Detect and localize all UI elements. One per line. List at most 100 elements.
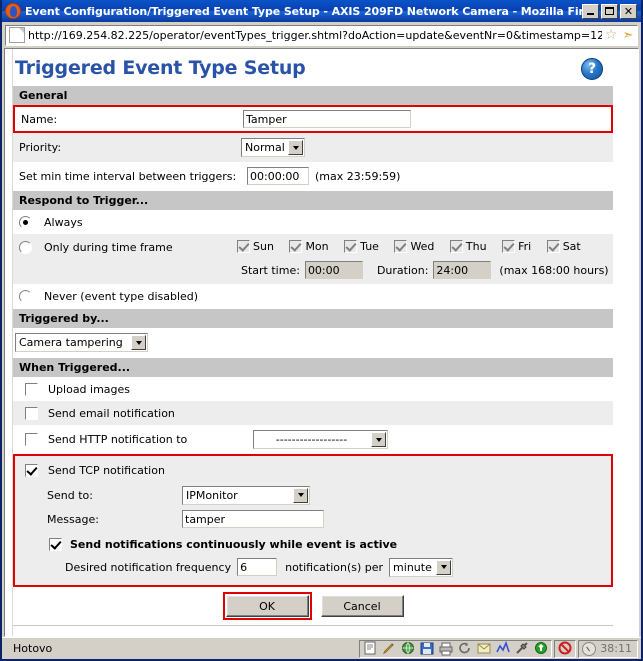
left-gutter	[5, 49, 13, 636]
checkbox-send-continuously[interactable]	[49, 537, 62, 551]
frequency-label: Desired notification frequency	[65, 560, 232, 574]
priority-label: Priority:	[19, 141, 62, 154]
weekday-mon[interactable]: Mon	[286, 240, 329, 253]
ok-button[interactable]: OK	[225, 595, 309, 617]
help-icon[interactable]: ?	[581, 58, 603, 80]
duration-input[interactable]	[433, 261, 492, 279]
chart-icon[interactable]	[495, 640, 511, 656]
chevron-down-icon[interactable]	[371, 432, 386, 447]
section-header-respond: Respond to Trigger...	[13, 190, 613, 210]
document-icon[interactable]	[362, 641, 378, 656]
window-controls: ✕	[582, 3, 639, 19]
maximize-button[interactable]	[601, 3, 618, 19]
weekday-fri[interactable]: Fri	[499, 240, 531, 253]
printer-icon[interactable]	[438, 641, 454, 656]
triggered-by-select[interactable]: Camera tampering	[15, 333, 148, 352]
checkbox-thu[interactable]	[449, 240, 463, 253]
checkbox-sat[interactable]	[546, 240, 560, 253]
send-http-row: Send HTTP notification to --------------…	[13, 425, 613, 454]
weekday-wed[interactable]: Wed	[391, 240, 434, 253]
name-label: Name:	[21, 112, 58, 126]
checkbox-send-email[interactable]	[25, 406, 38, 420]
message-label: Message:	[47, 512, 99, 526]
message-input[interactable]	[182, 510, 324, 528]
title-bar: Event Configuration/Triggered Event Type…	[2, 0, 641, 22]
refresh-icon[interactable]	[457, 641, 473, 656]
status-icon-tray	[359, 639, 553, 658]
save-icon[interactable]	[419, 641, 435, 656]
window-icon[interactable]	[476, 641, 492, 656]
tcp-continuous-row: Send notifications continuously while ev…	[21, 533, 605, 555]
blocked-icon[interactable]	[557, 641, 573, 656]
checkbox-upload-images[interactable]	[25, 382, 38, 396]
send-http-select[interactable]: ------------------	[253, 430, 388, 449]
name-row: Name:	[13, 105, 613, 133]
weekday-tue[interactable]: Tue	[341, 240, 379, 253]
tools-icon[interactable]	[514, 641, 530, 656]
star-icon[interactable]: ☆	[602, 28, 620, 42]
form-actions: OK Cancel	[13, 587, 613, 626]
weekday-sat[interactable]: Sat	[544, 240, 581, 253]
weekday-checkbox-group: Sun Mon Tue Wed Thu Fri Sat	[234, 240, 581, 256]
respond-never-row: Never (event type disabled)	[13, 284, 613, 308]
tcp-message-row: Message:	[21, 507, 605, 531]
info-icon[interactable]	[533, 641, 549, 656]
page-icon	[9, 27, 25, 43]
url-bar[interactable]: http://169.254.82.225/operator/eventType…	[5, 24, 638, 46]
send-email-row: Send email notification	[13, 401, 613, 425]
duration-hint: (max 168:00 hours)	[499, 263, 609, 277]
never-label: Never (event type disabled)	[44, 289, 199, 303]
name-input[interactable]	[243, 110, 411, 128]
chevron-down-icon[interactable]	[436, 559, 452, 575]
section-header-triggered-by: Triggered by...	[13, 308, 613, 328]
radio-never[interactable]	[19, 289, 32, 303]
tcp-send-to-row: Send to: IPMonitor	[21, 483, 605, 507]
section-header-general: General	[13, 85, 613, 105]
checkbox-wed[interactable]	[394, 240, 408, 253]
checkbox-send-http[interactable]	[25, 433, 38, 446]
pencil-icon[interactable]	[381, 641, 397, 656]
frequency-input[interactable]	[237, 558, 278, 576]
checkbox-send-tcp[interactable]	[25, 463, 38, 477]
clock-time: 38:11	[600, 642, 632, 655]
checkbox-sun[interactable]	[237, 240, 250, 253]
navigation-bar: http://169.254.82.225/operator/eventType…	[2, 22, 641, 48]
weekday-label-thu: Thu	[465, 240, 487, 253]
radio-always[interactable]	[19, 215, 32, 229]
cancel-button[interactable]: Cancel	[320, 595, 404, 617]
page-title: Triggered Event Type Setup	[15, 57, 306, 79]
checkbox-tue[interactable]	[344, 240, 358, 253]
go-arrow-icon[interactable]: ➣	[620, 29, 636, 42]
chevron-down-icon[interactable]	[288, 140, 303, 155]
minimize-button[interactable]	[582, 3, 599, 19]
send-to-select[interactable]: IPMonitor	[182, 485, 310, 505]
weekday-thu[interactable]: Thu	[447, 240, 487, 253]
priority-select[interactable]: Normal	[241, 138, 305, 157]
weekday-label-wed: Wed	[410, 240, 435, 253]
min-interval-input[interactable]	[247, 167, 309, 185]
send-tcp-row: Send TCP notification	[21, 460, 605, 480]
priority-value: Normal	[245, 141, 285, 154]
globe-icon[interactable]	[400, 641, 416, 656]
frequency-unit-label: notification(s) per	[285, 560, 384, 574]
checkbox-fri[interactable]	[502, 240, 516, 253]
section-header-when-triggered: When Triggered...	[13, 357, 613, 377]
chevron-down-icon[interactable]	[131, 335, 146, 350]
radio-only-during-timeframe[interactable]	[19, 241, 32, 254]
min-interval-label: Set min time interval between triggers:	[19, 169, 237, 183]
respond-timeframe-row: Only during time frame Sun Mon Tue Wed T…	[13, 234, 613, 261]
chevron-down-icon[interactable]	[293, 487, 308, 503]
timeframe-times-row: Start time: Duration: (max 168:00 hours)	[13, 261, 613, 284]
upload-images-row: Upload images	[13, 377, 613, 401]
send-tcp-label: Send TCP notification	[48, 463, 165, 477]
send-to-label: Send to:	[47, 488, 93, 502]
start-time-input[interactable]	[304, 261, 363, 279]
weekday-sun[interactable]: Sun	[234, 240, 274, 253]
frequency-unit-select[interactable]: minute	[389, 557, 454, 577]
url-text[interactable]: http://169.254.82.225/operator/eventType…	[28, 29, 602, 42]
tcp-frequency-row: Desired notification frequency notificat…	[21, 555, 605, 579]
checkbox-mon[interactable]	[289, 240, 303, 253]
timeframe-label: Only during time frame	[44, 241, 173, 254]
close-button[interactable]: ✕	[620, 3, 637, 19]
tcp-notification-group: Send TCP notification Send to: IPMonitor…	[13, 454, 613, 587]
